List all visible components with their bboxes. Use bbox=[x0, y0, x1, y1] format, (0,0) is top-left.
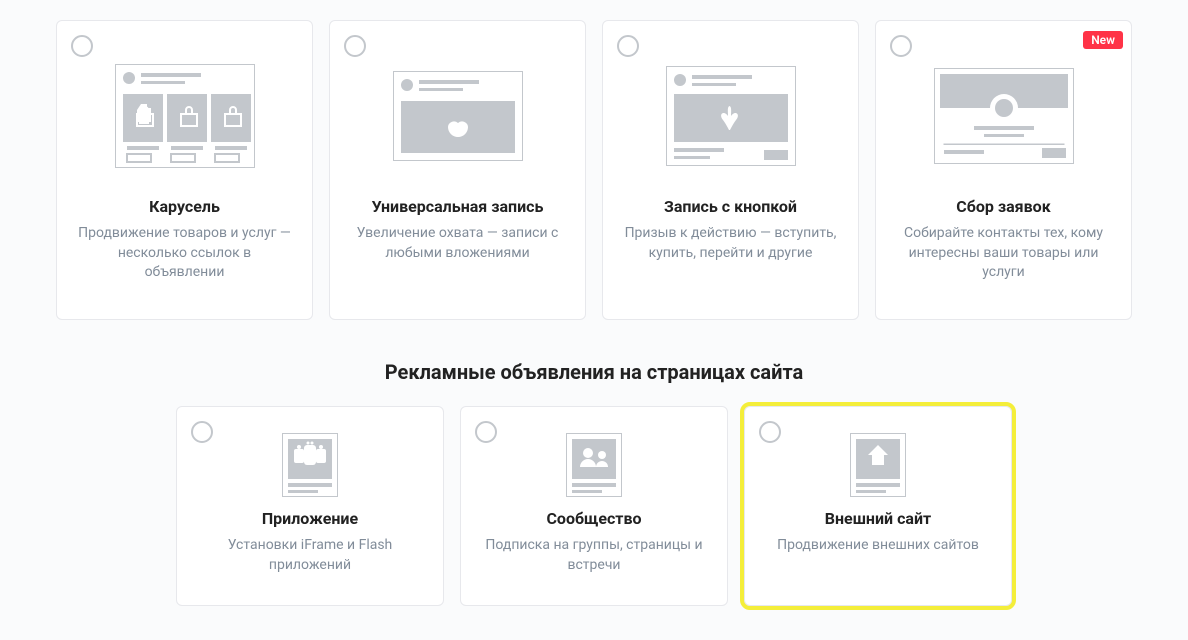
radio-unchecked-icon[interactable] bbox=[344, 35, 366, 57]
preview-community-icon bbox=[475, 427, 713, 503]
preview-universal-post-icon bbox=[344, 41, 571, 191]
radio-unchecked-icon[interactable] bbox=[475, 421, 497, 443]
radio-unchecked-icon[interactable] bbox=[890, 35, 912, 57]
ad-format-card-community[interactable]: Сообщество Подписка на группы, страницы … bbox=[460, 406, 728, 606]
ad-format-card-post-with-button[interactable]: Запись с кнопкой Призыв к действию — вст… bbox=[602, 20, 859, 320]
card-title: Внешний сайт bbox=[825, 509, 931, 528]
card-desc: Продвижение товаров и услуг — несколько … bbox=[71, 224, 298, 283]
radio-unchecked-icon[interactable] bbox=[71, 35, 93, 57]
card-desc: Продвижение внешних сайтов bbox=[771, 536, 985, 556]
ad-format-row-posts: Карусель Продвижение товаров и услуг — н… bbox=[0, 0, 1188, 320]
radio-unchecked-icon[interactable] bbox=[617, 35, 639, 57]
card-title: Универсальная запись bbox=[372, 197, 544, 216]
card-desc: Увеличение охвата — записи с любыми влож… bbox=[344, 224, 571, 263]
card-title: Сбор заявок bbox=[956, 197, 1050, 216]
new-badge: New bbox=[1083, 31, 1123, 49]
preview-lead-form-icon bbox=[890, 41, 1117, 191]
radio-unchecked-icon[interactable] bbox=[191, 421, 213, 443]
card-title: Карусель bbox=[149, 197, 220, 216]
card-desc: Призыв к действию — вступить, купить, пе… bbox=[617, 224, 844, 263]
preview-application-icon bbox=[191, 427, 429, 503]
ad-format-card-lead-form[interactable]: New Сбор заявок Собирайте контакты тех, … bbox=[875, 20, 1132, 320]
radio-unchecked-icon[interactable] bbox=[759, 421, 781, 443]
card-title: Запись с кнопкой bbox=[664, 197, 797, 216]
card-title: Приложение bbox=[262, 509, 358, 528]
preview-carousel-icon bbox=[71, 41, 298, 191]
preview-external-site-icon bbox=[759, 427, 997, 503]
card-desc: Подписка на группы, страницы и встречи bbox=[475, 536, 713, 575]
ad-format-row-site: Приложение Установки iFrame и Flash прил… bbox=[0, 406, 1188, 606]
section-title-site-ads: Рекламные объявления на страницах сайта bbox=[0, 360, 1188, 384]
ad-format-card-external-site[interactable]: Внешний сайт Продвижение внешних сайтов bbox=[744, 406, 1012, 606]
ad-format-card-carousel[interactable]: Карусель Продвижение товаров и услуг — н… bbox=[56, 20, 313, 320]
card-title: Сообщество bbox=[546, 509, 641, 528]
card-desc: Собирайте контакты тех, кому интересны в… bbox=[890, 224, 1117, 283]
preview-post-with-button-icon bbox=[617, 41, 844, 191]
ad-format-card-universal-post[interactable]: Универсальная запись Увеличение охвата —… bbox=[329, 20, 586, 320]
card-desc: Установки iFrame и Flash приложений bbox=[191, 536, 429, 575]
ad-format-card-application[interactable]: Приложение Установки iFrame и Flash прил… bbox=[176, 406, 444, 606]
